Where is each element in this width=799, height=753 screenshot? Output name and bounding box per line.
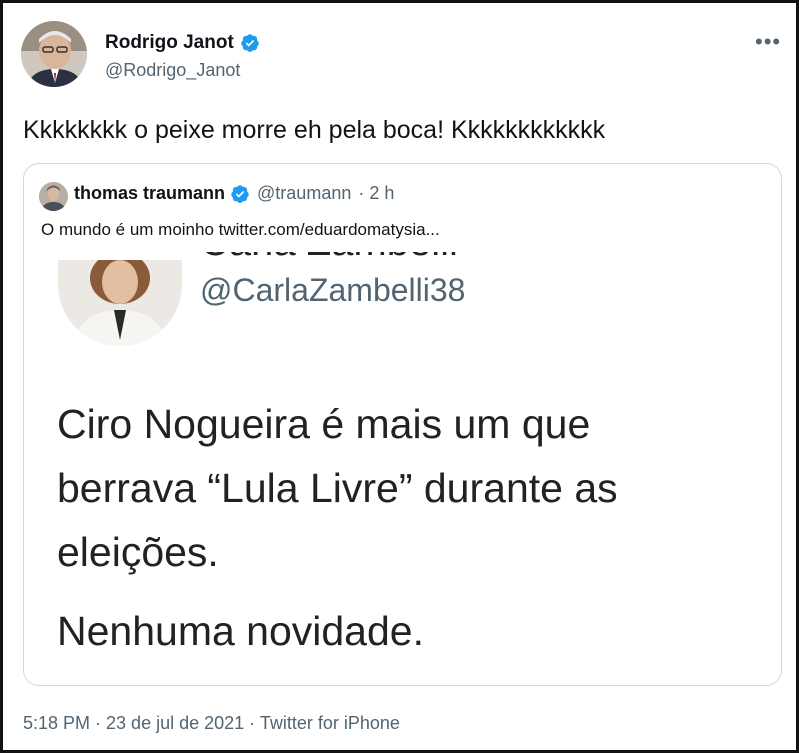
quoted-time[interactable]: · 2 h xyxy=(358,183,394,204)
media-body-line: eleições. xyxy=(57,529,219,575)
author-avatar[interactable] xyxy=(21,21,87,87)
media-partial-name: Carla Zambelli xyxy=(200,252,458,265)
quoted-author-handle[interactable]: @traumann xyxy=(257,183,351,204)
tweet-text: Kkkkkkkk o peixe morre eh pela boca! Kkk… xyxy=(23,116,606,144)
media-body-line: Ciro Nogueira é mais um que xyxy=(57,401,591,447)
quoted-author-avatar[interactable] xyxy=(39,182,68,211)
author-handle[interactable]: @Rodrigo_Janot xyxy=(105,60,240,81)
author-name-text: Rodrigo Janot xyxy=(105,32,234,53)
verified-badge-icon xyxy=(240,33,260,53)
verified-badge-icon xyxy=(230,184,250,204)
quoted-header: thomas traumann @traumann · 2 h xyxy=(74,183,394,204)
media-body-line: berrava “Lula Livre” durante as xyxy=(57,465,618,511)
quoted-text: O mundo é um moinho twitter.com/eduardom… xyxy=(41,220,440,239)
quoted-media-image[interactable]: Carla Zambelli @CarlaZambelli38 Ciro Nog… xyxy=(24,252,781,685)
media-avatar xyxy=(58,260,182,346)
more-horizontal-icon[interactable]: ••• xyxy=(755,31,781,53)
media-handle: @CarlaZambelli38 xyxy=(200,272,466,308)
author-name[interactable]: Rodrigo Janot xyxy=(105,32,260,54)
tweet-timestamp[interactable]: 5:18 PM · 23 de jul de 2021 · Twitter fo… xyxy=(23,713,400,734)
quoted-author-name[interactable]: thomas traumann xyxy=(74,183,225,204)
quoted-tweet[interactable]: thomas traumann @traumann · 2 h O mundo … xyxy=(23,163,782,686)
media-body: Ciro Nogueira é mais um que berrava “Lul… xyxy=(57,392,618,584)
tweet-card: Rodrigo Janot @Rodrigo_Janot ••• Kkkkkkk… xyxy=(0,0,799,753)
media-body-last: Nenhuma novidade. xyxy=(57,608,424,654)
